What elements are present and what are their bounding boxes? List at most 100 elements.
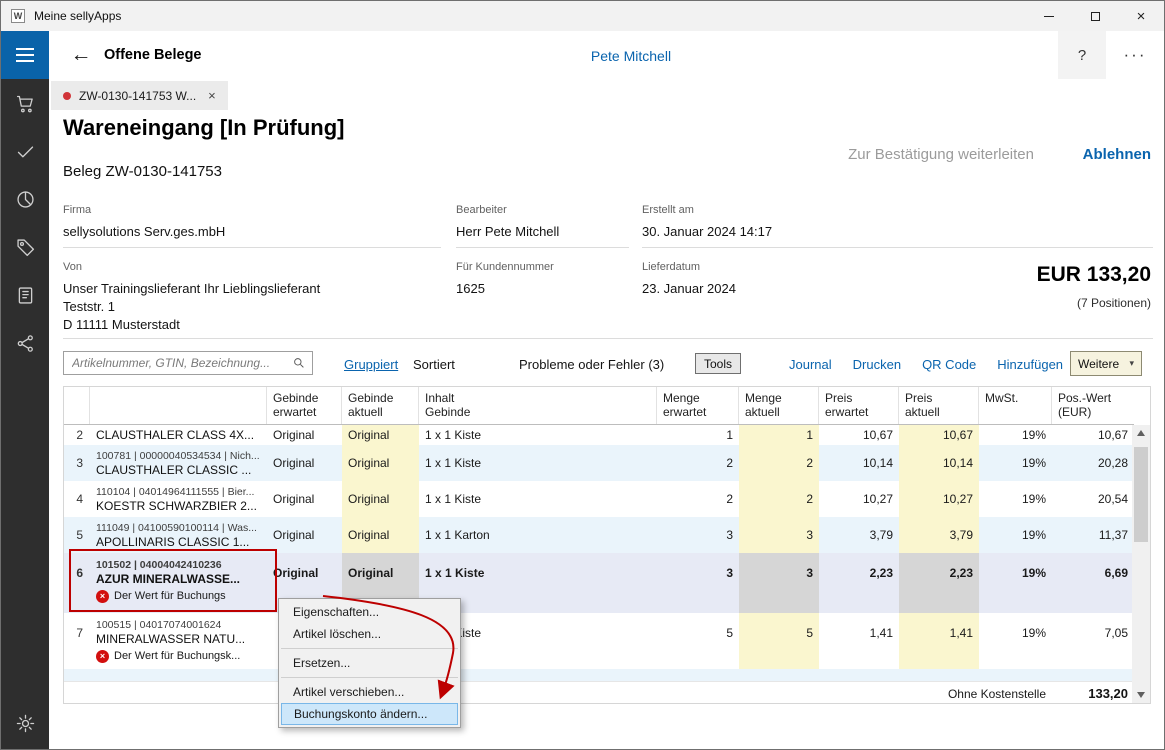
divider: [63, 338, 1153, 339]
column-header-inhalt-gebinde[interactable]: Inhalt Gebinde: [419, 387, 657, 424]
maximize-button[interactable]: [1072, 1, 1118, 31]
column-header-menge-aktuell[interactable]: Menge aktuell: [739, 387, 819, 424]
cell-gebinde-aktuell[interactable]: Original: [342, 445, 419, 481]
field-value: sellysolutions Serv.ges.mbH: [63, 223, 225, 241]
minimize-button[interactable]: [1026, 1, 1072, 31]
menu-item-artikel-loeschen[interactable]: Artikel löschen...: [279, 623, 460, 645]
pie-chart-icon[interactable]: [1, 175, 49, 223]
reject-action[interactable]: Ablehnen: [1083, 146, 1151, 163]
filter-probleme[interactable]: Probleme oder Fehler (3): [519, 357, 664, 372]
cell-menge-aktuell[interactable]: 5: [739, 613, 819, 669]
error-icon: ×: [96, 590, 109, 603]
cell-preis-aktuell[interactable]: 10,14: [899, 445, 979, 481]
filter-sortiert[interactable]: Sortiert: [413, 357, 455, 372]
drucken-link[interactable]: Drucken: [853, 357, 901, 372]
tools-button[interactable]: Tools: [695, 353, 741, 374]
menu-item-eigenschaften[interactable]: Eigenschaften...: [279, 601, 460, 623]
cell-gebinde-aktuell[interactable]: Original: [342, 481, 419, 517]
column-header-mwst[interactable]: MwSt.: [979, 387, 1052, 424]
position-count: (7 Positionen): [1077, 296, 1151, 310]
scroll-down-icon[interactable]: [1132, 687, 1150, 703]
table-row-6-selected[interactable]: 6 101502 | 04004042410236 AZUR MINERALWA…: [64, 553, 1134, 613]
menu-item-artikel-verschieben[interactable]: Artikel verschieben...: [279, 681, 460, 703]
cell-menge-aktuell[interactable]: 3: [739, 517, 819, 553]
article-code: 101502 | 04004042410236: [96, 558, 222, 572]
cell-preis-erwartet: 2,23: [819, 553, 899, 613]
table-row-7[interactable]: 7 100515 | 04017074001624 MINERALWASSER …: [64, 613, 1134, 669]
cell-gebinde-aktuell[interactable]: Original: [342, 425, 419, 445]
column-header-gebinde-erwartet[interactable]: Gebinde erwartet: [267, 387, 342, 424]
field-label: Von: [63, 261, 320, 273]
hinzufuegen-link[interactable]: Hinzufügen: [997, 357, 1063, 372]
cell-preis-aktuell[interactable]: 3,79: [899, 517, 979, 553]
search-input[interactable]: [64, 356, 292, 370]
price-tag-icon[interactable]: [1, 223, 49, 271]
field-value: Unser Trainingslieferant Ihr Lieblingsli…: [63, 280, 320, 334]
search-icon[interactable]: [292, 356, 306, 370]
menu-separator: [281, 648, 458, 649]
cell-menge-aktuell[interactable]: 2: [739, 481, 819, 517]
error-icon: ×: [96, 650, 109, 663]
cell-menge-erwartet: 2: [657, 445, 739, 481]
close-button[interactable]: ×: [1118, 1, 1164, 31]
current-user-link[interactable]: Pete Mitchell: [501, 48, 761, 64]
qr-code-link[interactable]: QR Code: [922, 357, 976, 372]
table-header: Gebinde erwartet Gebinde aktuell Inhalt …: [64, 387, 1134, 425]
cell-preis-aktuell[interactable]: 2,23: [899, 553, 979, 613]
table-row-3[interactable]: 3 100781 | 00000040534534 | Nich... CLAU…: [64, 445, 1134, 481]
table-row-2[interactable]: 2 CLAUSTHALER CLASS 4X... Original Origi…: [64, 425, 1134, 445]
cell-preis-aktuell[interactable]: 10,67: [899, 425, 979, 445]
journal-link[interactable]: Journal: [789, 357, 832, 372]
filter-gruppiert[interactable]: Gruppiert: [344, 357, 398, 372]
document-tab[interactable]: ZW-0130-141753 W... ×: [51, 81, 228, 110]
menu-item-buchungskonto-aendern[interactable]: Buchungskonto ändern...: [281, 703, 458, 725]
tab-close-icon[interactable]: ×: [208, 88, 216, 103]
help-button[interactable]: ?: [1058, 31, 1106, 79]
hamburger-menu-button[interactable]: [1, 31, 49, 79]
cell-gebinde-erwartet: Original: [267, 517, 342, 553]
column-header-gebinde-aktuell[interactable]: Gebinde aktuell: [342, 387, 419, 424]
cell-menge-aktuell[interactable]: 2: [739, 445, 819, 481]
tasks-check-icon[interactable]: [1, 127, 49, 175]
error-text: Der Wert für Buchungsk...: [114, 649, 240, 663]
scroll-up-icon[interactable]: [1132, 425, 1150, 441]
cell-gebinde-aktuell[interactable]: Original: [342, 517, 419, 553]
table-row-5[interactable]: 5 111049 | 04100590100114 | Was... APOLL…: [64, 517, 1134, 553]
cell-preis-aktuell[interactable]: 1,41: [899, 613, 979, 669]
column-header-pos-wert[interactable]: Pos.-Wert (EUR): [1052, 387, 1134, 424]
menu-item-ersetzen[interactable]: Ersetzen...: [279, 652, 460, 674]
cell-mwst: 19%: [979, 553, 1052, 613]
field-value: 23. Januar 2024: [642, 280, 736, 298]
cell-pos-wert: 7,05: [1052, 613, 1134, 669]
forward-action[interactable]: Zur Bestätigung weiterleiten: [848, 146, 1034, 163]
table-scrollbar[interactable]: [1132, 425, 1150, 703]
scroll-thumb[interactable]: [1134, 447, 1148, 542]
column-header-preis-aktuell[interactable]: Preis aktuell: [899, 387, 979, 424]
cart-icon[interactable]: [1, 79, 49, 127]
cell-menge-aktuell[interactable]: 1: [739, 425, 819, 445]
header-more-button[interactable]: ···: [1112, 31, 1158, 79]
tab-bar: ZW-0130-141753 W... ×: [49, 79, 1164, 111]
cell-preis-aktuell[interactable]: 10,27: [899, 481, 979, 517]
cell-menge-aktuell[interactable]: 3: [739, 553, 819, 613]
table-row-4[interactable]: 4 110104 | 04014964111555 | Bier... KOES…: [64, 481, 1134, 517]
field-label: Bearbeiter: [456, 204, 559, 216]
maximize-icon: [1091, 12, 1100, 21]
settings-gear-icon[interactable]: [1, 699, 49, 747]
share-network-icon[interactable]: [1, 319, 49, 367]
column-header-menge-erwartet[interactable]: Menge erwartet: [657, 387, 739, 424]
field-label: Firma: [63, 204, 225, 216]
cell-menge-erwartet: 5: [657, 613, 739, 669]
weitere-dropdown[interactable]: Weitere ▾: [1070, 351, 1142, 376]
row-number: 7: [64, 613, 90, 669]
row-number: 4: [64, 481, 90, 517]
context-menu: Eigenschaften... Artikel löschen... Erse…: [278, 598, 461, 728]
back-button[interactable]: ←: [65, 39, 97, 71]
cell-preis-erwartet: 1,41: [819, 613, 899, 669]
journal-book-icon[interactable]: [1, 271, 49, 319]
article-name: AZUR MINERALWASSE...: [96, 572, 240, 586]
cell-inhalt-gebinde: 1 x 1 Kiste: [419, 445, 657, 481]
row-number: 6: [64, 553, 90, 613]
column-header-preis-erwartet[interactable]: Preis erwartet: [819, 387, 899, 424]
cell-menge-erwartet: 3: [657, 553, 739, 613]
